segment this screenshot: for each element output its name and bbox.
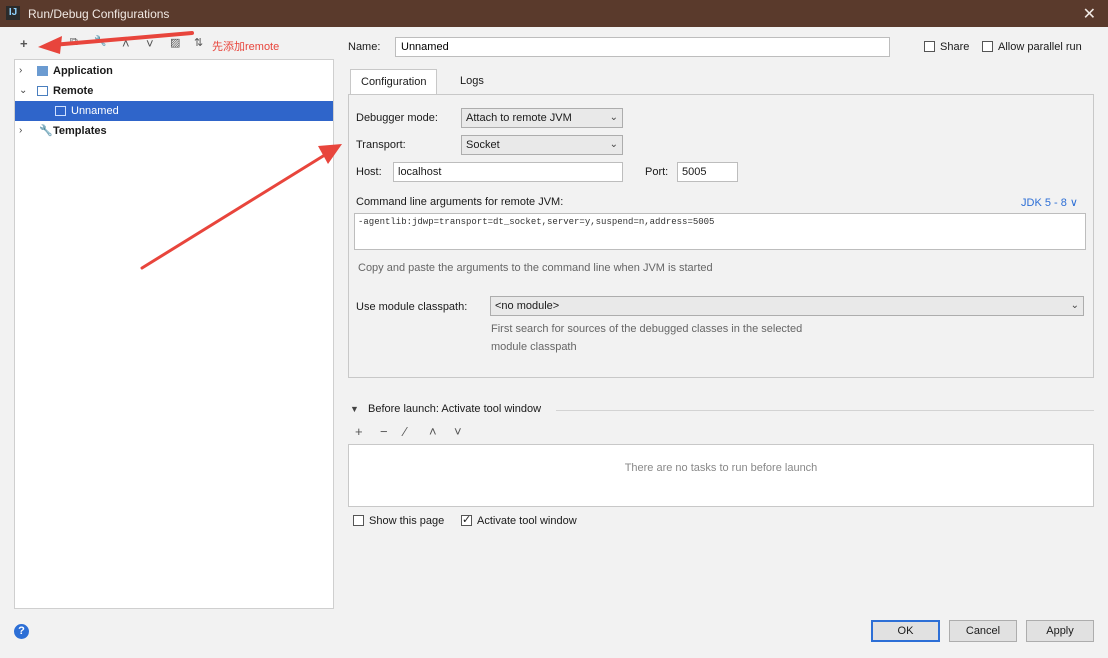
- annotation-text: 先添加remote: [212, 41, 280, 53]
- host-input[interactable]: localhost: [393, 162, 623, 182]
- transport-value: Socket: [466, 139, 500, 151]
- tree-item-remote[interactable]: ⌄ Remote: [15, 81, 333, 101]
- cmd-args-field[interactable]: -agentlib:jdwp=transport=dt_socket,serve…: [354, 213, 1086, 250]
- intellij-app-icon: IJ: [6, 6, 20, 20]
- application-icon: [37, 66, 48, 76]
- tree-item-label: Remote: [53, 85, 94, 97]
- tree-item-unnamed[interactable]: Unnamed: [15, 101, 333, 121]
- tree-item-label: Templates: [53, 125, 107, 137]
- sort-icon[interactable]: ⇅: [194, 36, 203, 49]
- host-label: Host:: [356, 166, 382, 178]
- allow-parallel-label: Allow parallel run: [998, 41, 1082, 53]
- module-classpath-label: Use module classpath:: [356, 301, 468, 313]
- activate-tool-window-label: Activate tool window: [477, 515, 577, 527]
- before-launch-title: Before launch: Activate tool window: [368, 403, 542, 415]
- chevron-down-icon: ⌄: [609, 112, 618, 123]
- port-label: Port:: [645, 166, 669, 178]
- show-page-checkbox[interactable]: [353, 515, 364, 526]
- name-input[interactable]: [395, 37, 890, 57]
- show-page-label: Show this page: [369, 515, 445, 527]
- edit-defaults-icon[interactable]: 🔧: [94, 36, 106, 47]
- remove-config-button[interactable]: −: [46, 36, 54, 51]
- ok-button[interactable]: OK: [871, 620, 940, 642]
- chevron-down-icon: ⌄: [609, 139, 618, 150]
- apply-button[interactable]: Apply: [1026, 620, 1094, 642]
- tree-item-label: Unnamed: [71, 105, 119, 117]
- before-launch-collapse-icon[interactable]: ▼: [350, 404, 359, 414]
- share-checkbox[interactable]: [924, 41, 935, 52]
- name-label: Name:: [348, 41, 381, 53]
- empty-tasks-text: There are no tasks to run before launch: [624, 462, 818, 474]
- remote-config-icon: [55, 106, 66, 116]
- debugger-mode-label: Debugger mode:: [356, 112, 438, 124]
- window-title: Run/Debug Configurations: [28, 7, 170, 21]
- config-tree: › Application ⌄ Remote Unnamed › 🔧 Templ…: [14, 59, 334, 609]
- chevron-right-icon[interactable]: ›: [19, 61, 22, 81]
- transport-label: Transport:: [356, 139, 406, 151]
- move-up-button[interactable]: ˄: [122, 36, 130, 51]
- allow-parallel-checkbox[interactable]: [982, 41, 993, 52]
- cancel-button[interactable]: Cancel: [949, 620, 1017, 642]
- chevron-down-icon: ⌄: [1070, 300, 1079, 311]
- share-label: Share: [940, 41, 970, 53]
- cmd-args-hint: Copy and paste the arguments to the comm…: [358, 262, 713, 274]
- tree-item-templates[interactable]: › 🔧 Templates: [15, 121, 333, 141]
- debugger-mode-select[interactable]: Attach to remote JVM ⌄: [461, 108, 623, 128]
- move-task-up-button[interactable]: ˄: [429, 424, 437, 439]
- tab-configuration[interactable]: Configuration: [350, 69, 438, 95]
- module-classpath-select[interactable]: <no module> ⌄: [490, 296, 1084, 316]
- module-classpath-value: <no module>: [495, 300, 560, 312]
- move-down-button[interactable]: ˅: [146, 36, 154, 51]
- wrench-icon: 🔧: [39, 125, 53, 137]
- before-launch-divider: [556, 410, 1094, 411]
- jdk-version-link[interactable]: JDK 5 - 8 ∨: [1021, 196, 1078, 209]
- remote-icon: [37, 86, 48, 96]
- tab-logs[interactable]: Logs: [450, 69, 494, 94]
- module-hint-line1: First search for sources of the debugged…: [491, 323, 803, 335]
- transport-select[interactable]: Socket ⌄: [461, 135, 623, 155]
- add-task-button[interactable]: +: [355, 424, 363, 439]
- before-launch-task-list: There are no tasks to run before launch: [348, 444, 1094, 507]
- port-input[interactable]: 5005: [677, 162, 738, 182]
- folder-icon[interactable]: ▨: [170, 36, 180, 49]
- cmd-args-label: Command line arguments for remote JVM:: [356, 196, 564, 208]
- tree-item-application[interactable]: › Application: [15, 61, 333, 81]
- chevron-right-icon[interactable]: ›: [19, 121, 22, 141]
- move-task-down-button[interactable]: ˅: [454, 424, 462, 439]
- module-hint-line2: module classpath: [491, 341, 577, 353]
- title-bar: IJ Run/Debug Configurations ✕: [0, 0, 1108, 27]
- debugger-mode-value: Attach to remote JVM: [466, 112, 572, 124]
- tree-item-label: Application: [53, 65, 113, 77]
- help-icon[interactable]: ?: [14, 624, 29, 639]
- activate-tool-window-checkbox[interactable]: [461, 513, 472, 526]
- copy-config-button[interactable]: ⧉: [70, 36, 78, 49]
- config-toolbar: + − ⧉ 🔧 ˄ ˅ ▨ ⇅: [14, 36, 334, 56]
- chevron-down-icon[interactable]: ⌄: [19, 81, 27, 101]
- add-config-button[interactable]: +: [20, 36, 28, 51]
- edit-task-button[interactable]: ∕: [404, 424, 406, 439]
- close-icon[interactable]: ✕: [1083, 4, 1096, 24]
- remove-task-button[interactable]: −: [380, 424, 388, 439]
